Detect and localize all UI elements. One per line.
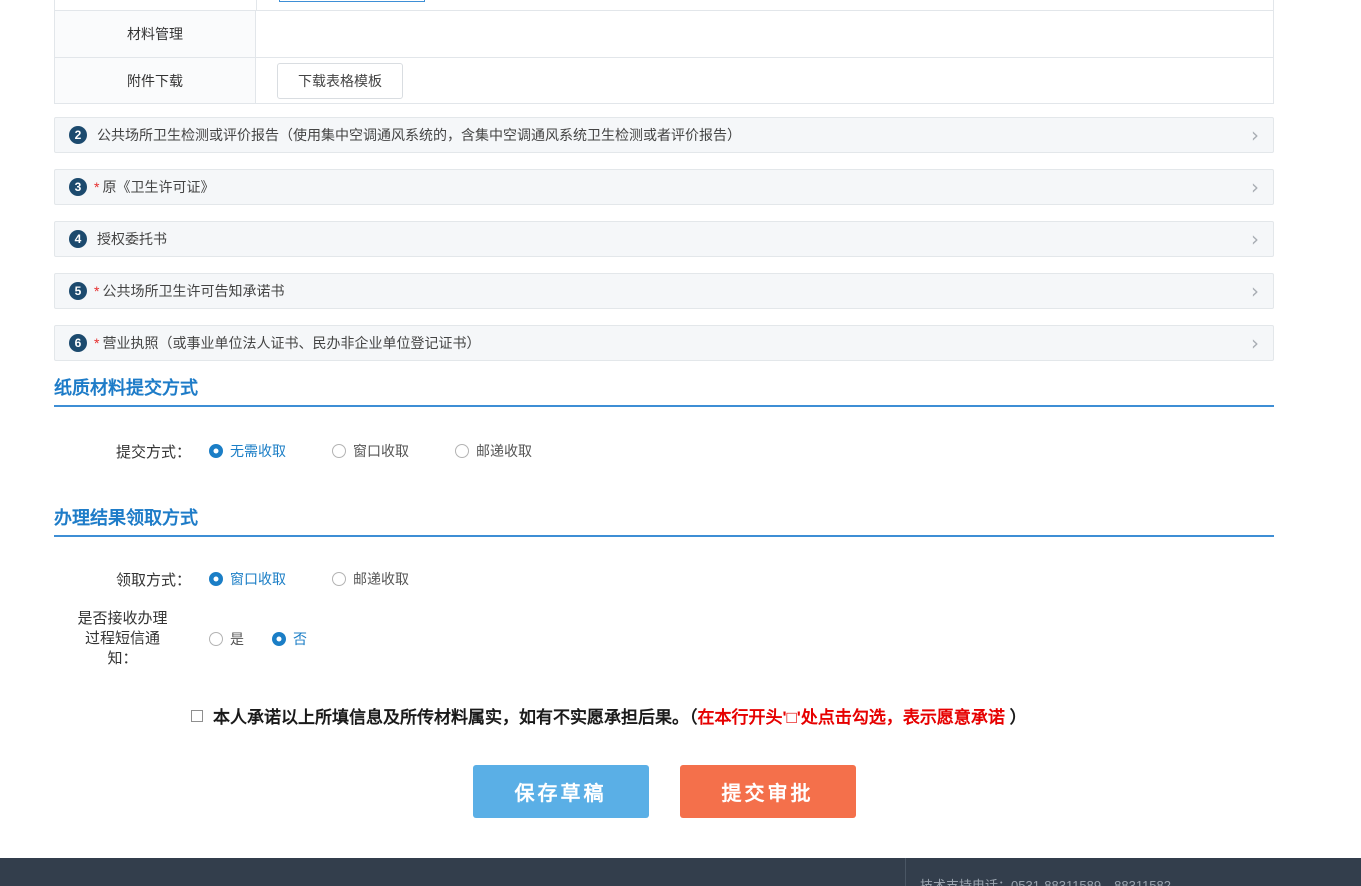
attachment-item-label: 营业执照（或事业单位法人证书、民办非企业单位登记证书） [102, 333, 480, 353]
section-underline [54, 535, 1274, 537]
required-asterisk: * [94, 179, 99, 195]
table-row: 附件下载 下载表格模板 [55, 57, 1273, 103]
download-template-button[interactable]: 下载表格模板 [277, 63, 403, 99]
attachment-item-label: 授权委托书 [97, 229, 167, 249]
form-content: 材料管理 附件下载 下载表格模板 2 公共场所卫生检测或评价报告（使用集中空调通… [54, 0, 1274, 818]
cutoff-table-row [54, 0, 1274, 11]
attachment-item-label: 公共场所卫生检测或评价报告（使用集中空调通风系统的，含集中空调通风系统卫生检测或… [97, 125, 741, 145]
radio-option-label: 窗口收取 [230, 569, 286, 589]
sms-notice-label: 是否接收办理 过程短信通 知： [54, 609, 209, 669]
application-form-page: 材料管理 附件下载 下载表格模板 2 公共场所卫生检测或评价报告（使用集中空调通… [0, 0, 1361, 886]
submit-method-options: 无需收取 窗口收取 邮递收取 [209, 441, 578, 461]
radio-icon [332, 444, 346, 458]
radio-icon [209, 444, 223, 458]
submit-method-row: 提交方式： 无需收取 窗口收取 邮递收取 [54, 433, 1274, 469]
radio-icon [209, 572, 223, 586]
required-asterisk: * [94, 283, 99, 299]
result-pickup-section-title: 办理结果领取方式 [54, 508, 1274, 528]
radio-icon [455, 444, 469, 458]
attachment-item-2[interactable]: 2 公共场所卫生检测或评价报告（使用集中空调通风系统的，含集中空调通风系统卫生检… [54, 117, 1274, 153]
material-manage-label: 材料管理 [55, 11, 256, 57]
promise-text-red: 在本行开头'□'处点击勾选，表示愿意承诺 [698, 708, 1005, 727]
attachment-download-label: 附件下载 [55, 58, 256, 103]
table-column-divider [256, 0, 257, 11]
item-number-badge: 5 [69, 282, 87, 300]
promise-statement: 本人承诺以上所填信息及所传材料属实，如有不实愿承担后果。（在本行开头'□'处点击… [213, 703, 1027, 728]
promise-text-black: 本人承诺以上所填信息及所传材料属实，如有不实愿承担后果。（ [213, 708, 698, 727]
table-row: 材料管理 [55, 11, 1273, 57]
cutoff-input-box [279, 0, 425, 2]
radio-option-no[interactable]: 否 [272, 629, 307, 649]
radio-icon [209, 632, 223, 646]
radio-option-no-collect[interactable]: 无需收取 [209, 441, 286, 461]
chevron-right-icon[interactable]: › [1251, 177, 1259, 197]
attachment-download-content: 下载表格模板 [256, 58, 1273, 103]
item-number-badge: 2 [69, 126, 87, 144]
material-manage-content [256, 11, 1273, 57]
save-draft-button[interactable]: 保存草稿 [473, 765, 649, 818]
sms-notice-options: 是 否 [209, 629, 353, 649]
sms-notice-row: 是否接收办理 过程短信通 知： 是 否 [54, 609, 1274, 669]
radio-option-mail-pickup[interactable]: 邮递收取 [332, 569, 409, 589]
radio-option-label: 窗口收取 [353, 441, 409, 461]
chevron-right-icon[interactable]: › [1251, 125, 1259, 145]
paper-submit-section-title: 纸质材料提交方式 [54, 378, 1274, 398]
attachment-item-6[interactable]: 6 * 营业执照（或事业单位法人证书、民办非企业单位登记证书） › [54, 325, 1274, 361]
attachment-item-3[interactable]: 3 * 原《卫生许可证》 › [54, 169, 1274, 205]
radio-option-label: 无需收取 [230, 441, 286, 461]
radio-option-yes[interactable]: 是 [209, 629, 244, 649]
footer-divider [905, 858, 906, 886]
pickup-method-label: 领取方式： [54, 569, 209, 590]
radio-option-window-collect[interactable]: 窗口收取 [332, 441, 409, 461]
item-number-badge: 6 [69, 334, 87, 352]
chevron-right-icon[interactable]: › [1251, 281, 1259, 301]
pickup-method-options: 窗口收取 邮递收取 [209, 569, 455, 589]
attachment-item-4[interactable]: 4 授权委托书 › [54, 221, 1274, 257]
promise-text-suffix: ） [1005, 708, 1027, 727]
action-buttons: 保存草稿 提交审批 [54, 765, 1274, 818]
item-number-badge: 4 [69, 230, 87, 248]
promise-row: 本人承诺以上所填信息及所传材料属实，如有不实愿承担后果。（在本行开头'□'处点击… [54, 703, 1274, 728]
required-asterisk: * [94, 335, 99, 351]
radio-option-mail-collect[interactable]: 邮递收取 [455, 441, 532, 461]
attachment-item-label: 公共场所卫生许可告知承诺书 [102, 281, 284, 301]
radio-icon [272, 632, 286, 646]
page-footer: 技术支持电话：0531-88311589、88311582 [0, 858, 1361, 886]
radio-option-label: 是 [230, 629, 244, 649]
pickup-method-row: 领取方式： 窗口收取 邮递收取 [54, 561, 1274, 597]
radio-option-window-pickup[interactable]: 窗口收取 [209, 569, 286, 589]
radio-option-label: 否 [293, 629, 307, 649]
submit-method-label: 提交方式： [54, 441, 209, 462]
chevron-right-icon[interactable]: › [1251, 333, 1259, 353]
submit-approval-button[interactable]: 提交审批 [680, 765, 856, 818]
promise-checkbox[interactable] [191, 710, 203, 722]
radio-option-label: 邮递收取 [476, 441, 532, 461]
attachment-accordion: 2 公共场所卫生检测或评价报告（使用集中空调通风系统的，含集中空调通风系统卫生检… [54, 117, 1274, 361]
radio-icon [332, 572, 346, 586]
attachment-item-label: 原《卫生许可证》 [102, 177, 214, 197]
materials-table: 材料管理 附件下载 下载表格模板 [54, 11, 1274, 104]
support-phone-text: 技术支持电话：0531-88311589、88311582 [920, 875, 1171, 886]
item-number-badge: 3 [69, 178, 87, 196]
chevron-right-icon[interactable]: › [1251, 229, 1259, 249]
attachment-item-5[interactable]: 5 * 公共场所卫生许可告知承诺书 › [54, 273, 1274, 309]
section-underline [54, 405, 1274, 407]
radio-option-label: 邮递收取 [353, 569, 409, 589]
